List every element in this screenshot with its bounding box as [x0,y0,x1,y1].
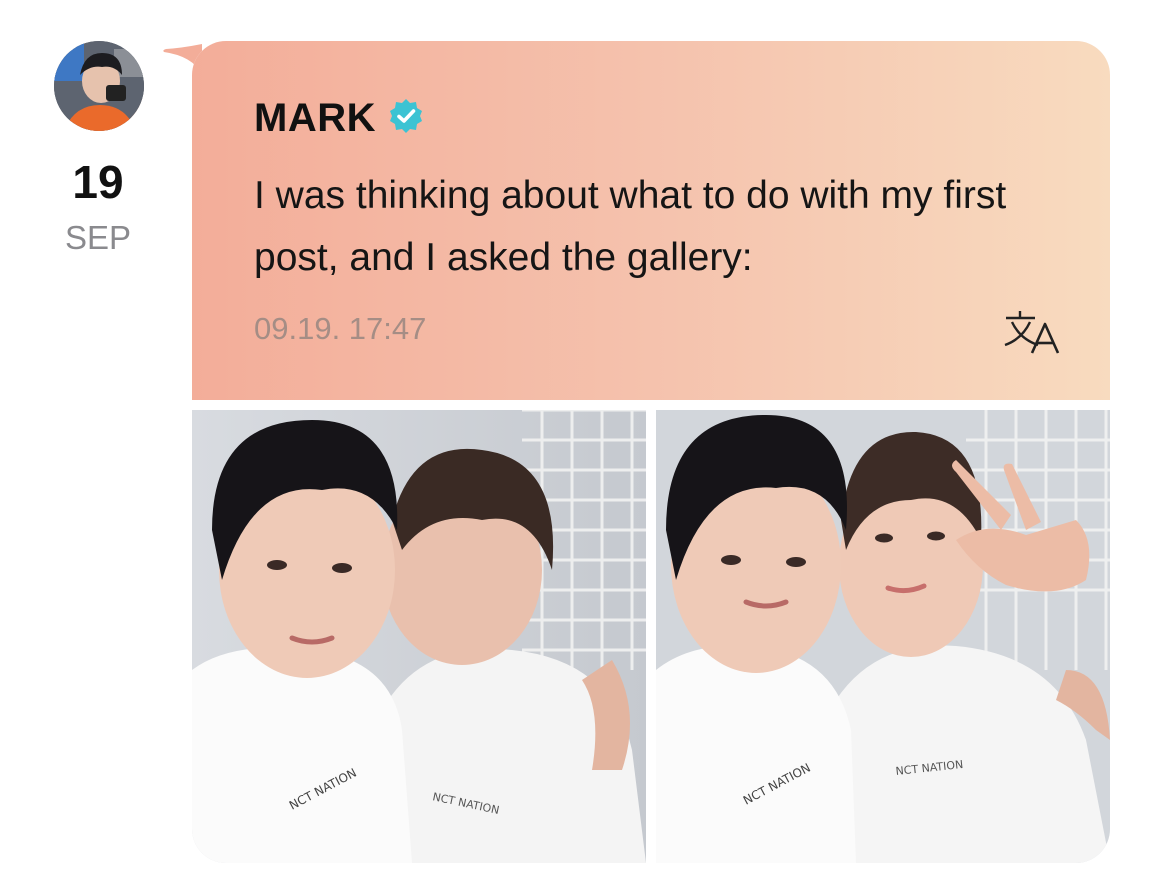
post-date-month: SEP [64,219,132,256]
post-header: MARK I was thinking about what to do wit… [192,41,1110,400]
post-photo-2[interactable]: NCT NATION NCT NATION [656,410,1110,863]
translate-button[interactable] [1002,307,1066,357]
translate-icon [1002,311,1066,361]
post-date-day: 19 [72,156,124,208]
post-card: 19 SEP MARK I was thinking about what to… [0,0,1170,877]
author-name[interactable]: MARK [254,96,376,141]
author-row: MARK [254,96,424,141]
post-timestamp: 09.19. 17:47 [254,311,427,346]
author-avatar[interactable] [54,41,144,131]
post-bubble[interactable]: MARK I was thinking about what to do wit… [192,41,1110,863]
post-text: I was thinking about what to do with my … [254,174,1007,279]
post-photo-1[interactable]: NCT NATION NCT NATION [192,410,646,863]
verified-badge-icon [388,98,424,139]
